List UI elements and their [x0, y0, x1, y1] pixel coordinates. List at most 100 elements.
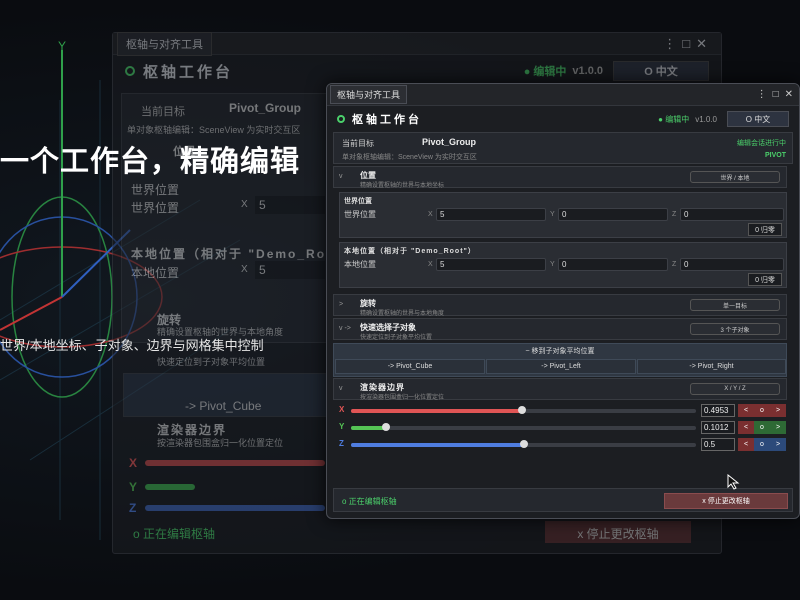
- bg-edit-status: ● 编辑中: [523, 66, 567, 78]
- slider-value-field[interactable]: 0.5: [701, 438, 735, 451]
- slider-axis-label: Z: [339, 439, 344, 448]
- local-position-heading: 本地位置（相对于 "Demo_Root"）: [344, 248, 476, 255]
- move-to-children-panel: ~ 移到子对象平均位置 -> Pivot_Cube -> Pivot_Left …: [333, 343, 787, 377]
- bounds-section-header[interactable]: v 渲染器边界 按渲染器包围盒归一化位置定位 X / Y / Z: [333, 378, 787, 401]
- bounds-slider-x[interactable]: X 0.4953 < o >: [339, 404, 787, 418]
- maximize-icon[interactable]: □: [773, 89, 779, 100]
- bg-slider-z-label: Z: [129, 501, 137, 515]
- step-plus-button[interactable]: >: [770, 438, 786, 451]
- quick-select-expand-icon[interactable]: v ->: [339, 325, 351, 332]
- bounds-axes-pill[interactable]: X / Y / Z: [690, 383, 780, 395]
- bounds-expand-icon[interactable]: v: [339, 385, 343, 392]
- move-pivot-cube-button[interactable]: -> Pivot_Cube: [335, 359, 485, 374]
- bg-move-btn: -> Pivot_Cube: [185, 399, 262, 413]
- language-button[interactable]: O 中文: [727, 111, 789, 127]
- rotation-expand-icon[interactable]: >: [339, 301, 343, 308]
- step-minus-button[interactable]: <: [738, 421, 754, 434]
- target-hint: 单对象枢轴编辑：SceneView 为实时交互区: [342, 154, 477, 161]
- local-position-box: 本地位置（相对于 "Demo_Root"） 本地位置 X 5 Y 0 Z 0 0…: [339, 242, 787, 288]
- bg-world-x: 5: [255, 196, 325, 214]
- gizmo-y-label: Y: [58, 39, 66, 53]
- close-icon[interactable]: ✕: [785, 89, 793, 100]
- position-mode-pill[interactable]: 世界 / 本地: [690, 171, 780, 183]
- bg-world-x-axis: X: [241, 199, 248, 210]
- step-minus-button[interactable]: <: [738, 404, 754, 417]
- edit-status: ● 编辑中: [658, 114, 690, 124]
- world-y-field[interactable]: 0: [558, 208, 668, 221]
- bg-quick-desc: 快速定位到子对象平均位置: [157, 357, 266, 367]
- slider-value-field[interactable]: 0.4953: [701, 404, 735, 417]
- bg-window-controls: ⋮□✕: [663, 35, 713, 51]
- title-bar: 枢轴与对齐工具 ⋮ □ ✕: [327, 84, 799, 106]
- menu-icon[interactable]: ⋮: [757, 89, 767, 100]
- slider-axis-label: Y: [339, 422, 345, 431]
- child-count-pill[interactable]: 3 个子对象: [690, 323, 780, 335]
- headline: 一个工作台，精确编辑: [0, 146, 301, 178]
- move-pivot-left-button[interactable]: -> Pivot_Left: [486, 359, 636, 374]
- step-center-button[interactable]: o: [754, 404, 770, 417]
- position-expand-icon[interactable]: v: [339, 173, 343, 180]
- position-section-header[interactable]: v 位置 精确设置枢轴的世界与本地坐标 世界 / 本地: [333, 166, 787, 189]
- world-z-field[interactable]: 0: [680, 208, 784, 221]
- quick-select-desc: 快速定位到子对象平均位置: [360, 335, 433, 341]
- target-panel: 当前目标 Pivot_Group 单对象枢轴编辑：SceneView 为实时交互…: [333, 132, 793, 164]
- local-z-field[interactable]: 0: [680, 258, 784, 271]
- rotation-pill[interactable]: 单一目标: [690, 299, 780, 311]
- step-plus-button[interactable]: >: [770, 421, 786, 434]
- step-plus-button[interactable]: >: [770, 404, 786, 417]
- bounds-desc: 按渲染器包围盒归一化位置定位: [360, 395, 445, 401]
- bg-status-dot-icon: [125, 66, 135, 76]
- rotation-desc: 精确设置枢轴的世界与本地角度: [360, 311, 445, 317]
- step-minus-button[interactable]: <: [738, 438, 754, 451]
- bg-bounds-desc: 按渲染器包围盒归一化位置定位: [157, 438, 284, 448]
- bg-window-title: 枢轴工作台: [143, 63, 234, 81]
- step-center-button[interactable]: o: [754, 421, 770, 434]
- slider-track[interactable]: [351, 426, 696, 430]
- slider-handle[interactable]: [520, 440, 528, 448]
- version-label: v1.0.0: [695, 114, 717, 124]
- local-zero-button[interactable]: 0 归零: [748, 273, 782, 286]
- bg-local-label: 本地位置: [131, 266, 180, 280]
- bg-slider-y: [145, 484, 195, 490]
- bg-target-name: Pivot_Group: [229, 101, 302, 115]
- slider-handle[interactable]: [518, 406, 526, 414]
- content-scroll[interactable]: v 位置 精确设置枢轴的世界与本地坐标 世界 / 本地 世界位置 世界位置 X …: [333, 166, 793, 488]
- window-tab[interactable]: 枢轴与对齐工具: [330, 85, 408, 104]
- move-pivot-right-button[interactable]: -> Pivot_Right: [637, 359, 786, 374]
- slider-value-field[interactable]: 0.1012: [701, 421, 735, 434]
- bg-window-tab: 枢轴与对齐工具: [117, 31, 212, 56]
- quick-select-section-header[interactable]: v -> 快速选择子对象 快速定位到子对象平均位置 3 个子对象: [333, 318, 787, 341]
- local-x-field[interactable]: 5: [436, 258, 546, 271]
- world-y-axis: Y: [550, 211, 555, 218]
- world-z-axis: Z: [672, 211, 677, 218]
- bg-slider-z: [145, 505, 325, 511]
- rotation-section-header[interactable]: > 旋转 精确设置枢轴的世界与本地角度 单一目标: [333, 294, 787, 317]
- bg-slider-x: [145, 460, 325, 466]
- world-position-box: 世界位置 世界位置 X 5 Y 0 Z 0 0 归零: [339, 192, 787, 238]
- bounds-slider-y[interactable]: Y 0.1012 < o >: [339, 421, 787, 435]
- bg-version: v1.0.0: [572, 65, 603, 77]
- bg-stop-button: x 停止更改枢轴: [545, 521, 691, 543]
- local-y-field[interactable]: 0: [558, 258, 668, 271]
- world-x-field[interactable]: 5: [436, 208, 546, 221]
- bg-hint: 单对象枢轴编辑：SceneView 为实时交互区: [127, 125, 301, 135]
- move-to-average-title[interactable]: ~ 移到子对象平均位置: [334, 346, 786, 356]
- local-x-axis: X: [428, 261, 433, 268]
- window-header: 枢轴工作台 ● 编辑中 v1.0.0 O 中文: [327, 106, 799, 132]
- footer-bar: o 正在编辑枢轴 x 停止更改枢轴: [333, 488, 793, 512]
- bg-slider-y-label: Y: [129, 480, 138, 494]
- target-name: Pivot_Group: [422, 137, 477, 147]
- world-zero-button[interactable]: 0 归零: [748, 223, 782, 236]
- slider-fill: [351, 426, 386, 430]
- bg-local-x-axis: X: [241, 264, 248, 275]
- slider-handle[interactable]: [382, 423, 390, 431]
- bg-slider-x-label: X: [129, 456, 138, 470]
- step-center-button[interactable]: o: [754, 438, 770, 451]
- local-position-label: 本地位置: [344, 260, 376, 269]
- local-z-axis: Z: [672, 261, 677, 268]
- bounds-slider-z[interactable]: Z 0.5 < o >: [339, 438, 787, 452]
- pivot-badge: PIVOT: [764, 152, 786, 159]
- pivot-tool-window: 枢轴与对齐工具 ⋮ □ ✕ 枢轴工作台 ● 编辑中 v1.0.0 O 中文 当前…: [326, 83, 800, 519]
- bg-target-label: 当前目标: [141, 106, 185, 118]
- stop-editing-button[interactable]: x 停止更改枢轴: [664, 493, 788, 509]
